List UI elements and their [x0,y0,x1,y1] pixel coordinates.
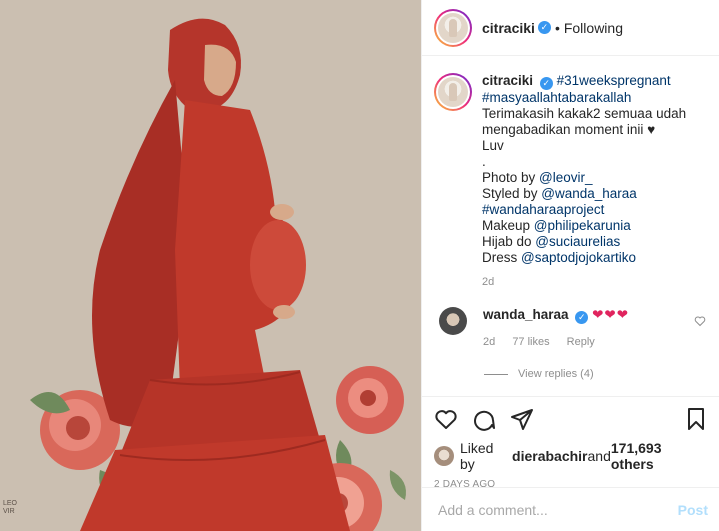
comment-text: ❤❤❤ [592,307,630,322]
caption-line: Terimakasih kakak2 semuaa udah [482,106,687,121]
post-photo[interactable]: LEO VIR [0,0,421,531]
following-button[interactable]: Following [564,20,623,36]
share-paper-plane-icon[interactable] [510,407,534,431]
comment-bubble-icon[interactable] [472,407,496,431]
verified-badge-icon: ✓ [539,77,553,90]
verified-badge-icon: ✓ [537,21,551,34]
caption-line: . [482,154,486,169]
caption: citraciki ✓ #31weekspregnant #masyaallah… [434,73,708,290]
hashtag-link[interactable]: #masyaallahtabarakallah [482,90,631,105]
caption-text: citraciki ✓ #31weekspregnant #masyaallah… [482,73,702,290]
comment-like-heart-icon[interactable] [694,315,706,327]
caption-avatar-image [438,77,468,107]
save-bookmark-icon[interactable] [684,407,708,431]
caption-label: Styled by [482,186,542,201]
like-heart-icon[interactable] [434,407,458,431]
caption-label: Hijab do [482,234,536,249]
likes-middle: and [587,448,611,464]
avatar[interactable] [434,8,472,47]
likes-count[interactable]: 171,693 others [611,440,708,472]
comment-input[interactable] [438,501,678,518]
caption-label: Photo by [482,170,540,185]
comments-list[interactable]: citraciki ✓ #31weekspregnant #masyaallah… [422,57,719,395]
post-header: citraciki ✓ • Following [422,0,719,56]
comment-avatar[interactable] [439,307,467,335]
post-side-panel: citraciki ✓ • Following citraciki ✓ #31w… [421,0,719,531]
mention-link[interactable]: @suciaurelias [535,234,620,249]
mention-link[interactable]: @saptodjojokartiko [521,250,636,265]
verified-badge-icon: ✓ [575,311,589,324]
post-actions: Liked by dierabachir and 171,693 others … [422,396,719,490]
hashtag-link[interactable]: #31weekspregnant [557,73,671,88]
caption-label: Makeup [482,218,534,233]
header-separator: • [554,19,560,36]
mention-link[interactable]: @leovir_ [539,170,592,185]
view-replies-button[interactable]: View replies (4) [484,368,708,380]
comment-likes[interactable]: 77 likes [512,336,549,348]
post-comment-button[interactable]: Post [678,502,708,518]
comment-age[interactable]: 2d [483,336,495,348]
hashtag-link[interactable]: #wandaharaaproject [482,202,604,217]
liker-username[interactable]: dierabachir [512,448,587,464]
post-photo-illustration [0,0,421,531]
header-username[interactable]: citraciki [482,20,535,36]
caption-line: Luv [482,138,504,153]
caption-label: Dress [482,250,522,265]
mention-link[interactable]: @wanda_haraa [541,186,637,201]
comment-username[interactable]: wanda_haraa [483,307,569,322]
likes-summary: Liked by dierabachir and 171,693 others [434,440,708,472]
comment-item: wanda_haraa ✓ ❤❤❤ 2d 77 likes Reply [434,307,708,348]
caption-avatar[interactable] [434,73,472,111]
photo-watermark: LEO VIR [3,500,18,515]
liker-avatar[interactable] [434,446,454,466]
likes-prefix: Liked by [459,440,494,472]
reply-button[interactable]: Reply [567,336,595,348]
caption-username[interactable]: citraciki [482,73,533,88]
mention-link[interactable]: @philipekarunia [534,218,631,233]
caption-age[interactable]: 2d [482,274,702,290]
caption-line: mengabadikan moment inii ♥ [482,122,656,137]
avatar-image [438,12,468,43]
add-comment-bar: Post [422,487,719,531]
